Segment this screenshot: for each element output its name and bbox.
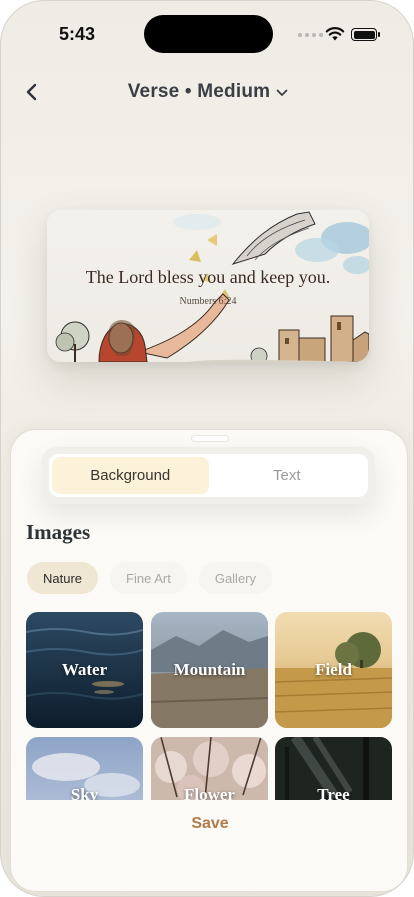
image-tile-water[interactable]: Water: [26, 612, 143, 728]
verse-text: The Lord bless you and keep you.: [85, 267, 331, 287]
image-tile-label: Flower: [184, 785, 235, 800]
image-tile-label: Mountain: [173, 660, 246, 679]
chip-nature[interactable]: Nature: [27, 562, 99, 594]
verse-reference: Numbers 6:24: [179, 296, 237, 307]
phone-screen: 5:43 Verse • Medium The Lord bless you a…: [0, 0, 414, 897]
sheet-drag-handle[interactable]: [192, 436, 228, 441]
status-bar: 5:43: [1, 1, 413, 61]
background-text-segmented-control: Background Text: [42, 447, 375, 504]
tab-text[interactable]: Text: [209, 457, 366, 494]
save-button[interactable]: Save: [11, 815, 409, 833]
battery-icon: [351, 28, 380, 41]
dynamic-island: [144, 15, 273, 53]
images-section-title: Images: [26, 520, 91, 544]
image-tile-label: Water: [61, 660, 108, 679]
image-grid: Water Mountain Field Sky Flower Tree: [26, 612, 393, 800]
chip-gallery[interactable]: Gallery: [198, 562, 273, 594]
customize-sheet: Background Text Images Nature Fine Art G…: [10, 429, 408, 892]
image-tile-label: Field: [315, 660, 352, 679]
chevron-down-icon: [276, 89, 288, 96]
format-selector[interactable]: Verse • Medium: [1, 81, 413, 103]
verse-preview-card[interactable]: The Lord bless you and keep you. Numbers…: [47, 210, 369, 362]
nav-title: Verse • Medium: [127, 81, 271, 102]
status-time: 5:43: [59, 24, 96, 44]
image-tile-tree[interactable]: Tree: [275, 737, 392, 800]
tab-background[interactable]: Background: [52, 457, 209, 494]
image-tile-label: Sky: [70, 785, 99, 800]
wifi-icon: [325, 27, 345, 41]
image-tile-mountain[interactable]: Mountain: [151, 612, 268, 728]
cellular-signal-icon: [298, 33, 323, 37]
chip-fine-art[interactable]: Fine Art: [110, 562, 187, 594]
image-tile-field[interactable]: Field: [275, 612, 392, 728]
image-tile-sky[interactable]: Sky: [26, 737, 143, 800]
image-tile-flower[interactable]: Flower: [151, 737, 268, 800]
category-chips: Nature Fine Art Gallery: [27, 562, 273, 594]
image-tile-label: Tree: [317, 785, 350, 800]
